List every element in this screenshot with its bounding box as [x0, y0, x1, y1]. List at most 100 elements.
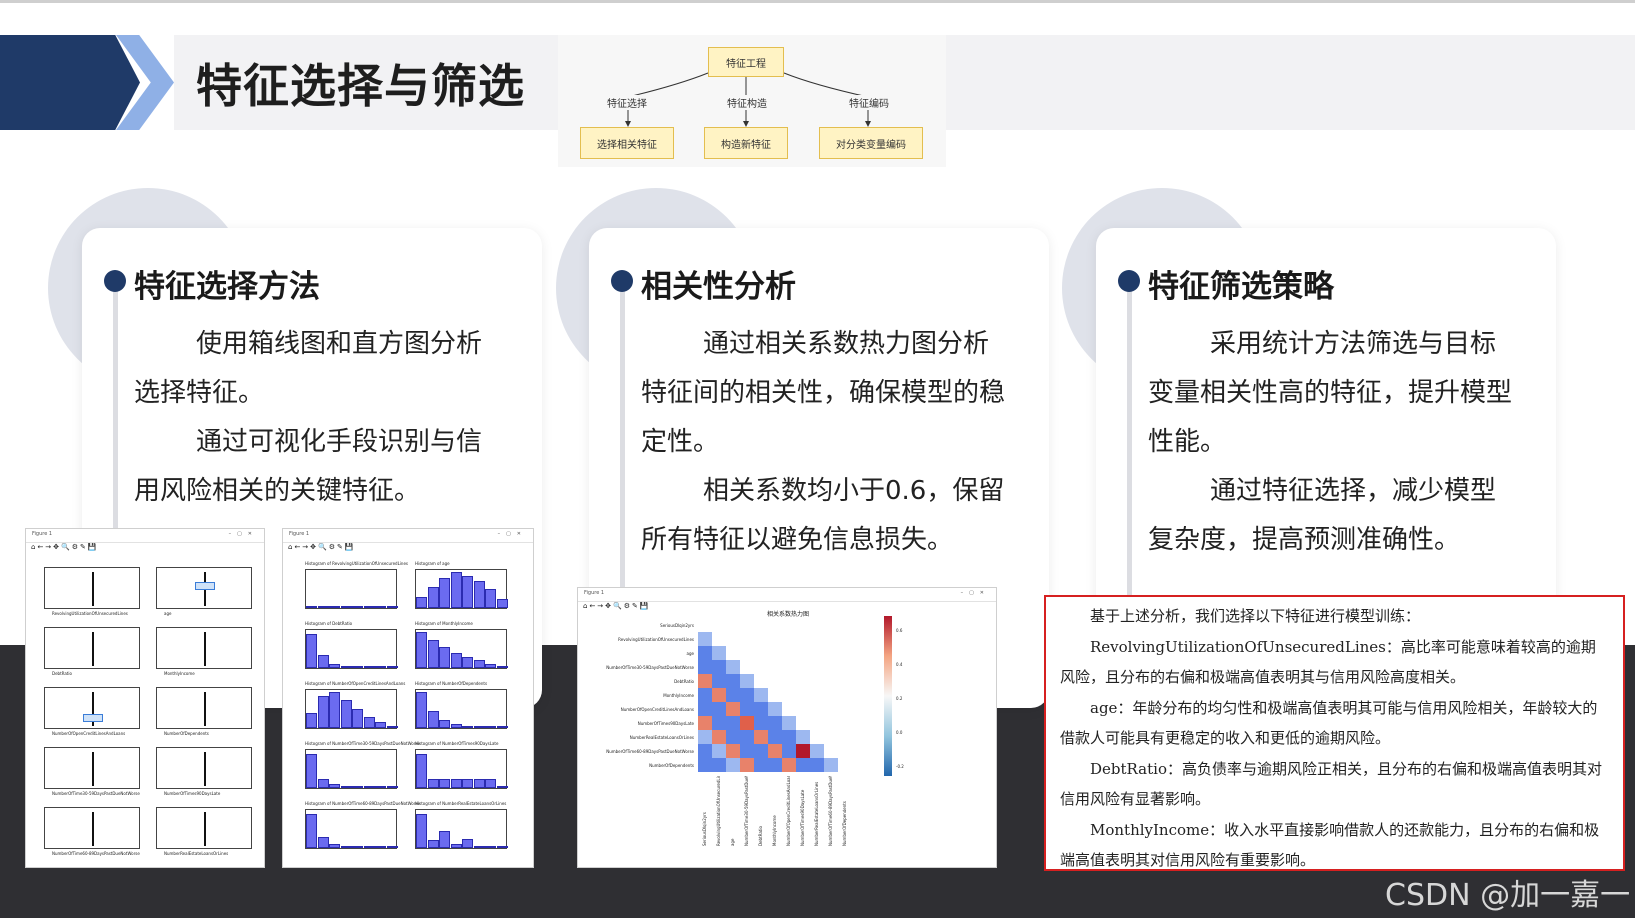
heatmap-cell — [740, 674, 754, 688]
heatmap-cell — [754, 758, 768, 772]
histogram-bar — [329, 691, 340, 728]
window-controls[interactable]: –▢✕ — [498, 531, 527, 537]
window-title: Figure 1 — [584, 590, 605, 596]
heatmap-cell — [698, 646, 712, 660]
boxplot-label: MonthlyIncome — [164, 671, 195, 676]
heatmap-cell — [712, 730, 726, 744]
histogram-bar — [427, 639, 439, 668]
heatmap-col-label: MonthlyIncome — [772, 815, 777, 846]
page-title: 特征选择与筛选 — [196, 59, 525, 113]
heatmap-cell — [712, 758, 726, 772]
histogram-title: Histogram of NumberOfOpenCreditLinesAndL… — [305, 681, 406, 686]
histogram-bar — [386, 846, 398, 848]
boxplot-panel — [156, 567, 252, 609]
histogram-bar — [496, 726, 508, 728]
histogram-bar — [439, 647, 450, 668]
histogram-bar — [485, 589, 496, 608]
histogram-bar — [317, 606, 329, 608]
header-block — [0, 35, 100, 130]
histogram-bar — [439, 830, 450, 848]
heatmap-row-label: RevolvingUtilizationOfUnsecuredLines — [618, 637, 694, 642]
heatmap-cell — [698, 716, 712, 730]
colorbar-tick: 0.0 — [896, 730, 903, 735]
histogram-bar — [416, 596, 427, 608]
heatmap-col-label: RevolvingUtilizationOfUnsecuredLines — [716, 776, 721, 846]
histogram-bar — [329, 606, 340, 608]
heatmap-row-label: age — [686, 651, 694, 656]
excerpt-paragraph: age：年龄分布的均匀性和极端高值表明其可能与信用风险相关，年龄较大的借款人可能… — [1060, 698, 1598, 748]
boxplot-label: NumberRealEstateLoansOrLines — [164, 851, 229, 856]
heatmap-cell — [768, 730, 782, 744]
heatmap-col-label: NumberOfOpenCreditLinesAndLoans — [786, 776, 791, 846]
histogram-bar — [375, 722, 386, 728]
flow-leaf-box: 构造新特征 — [704, 127, 788, 159]
heatmap-cell — [810, 744, 824, 758]
card-title: 特征选择方法 — [134, 269, 320, 305]
boxplot-label: age — [164, 611, 172, 616]
histogram-title: Histogram of DebtRatio — [305, 621, 353, 626]
histogram-bar — [485, 846, 496, 848]
flow-leaf-box: 选择相关特征 — [580, 127, 674, 159]
histogram-bar — [363, 716, 375, 728]
window-controls[interactable]: –▢✕ — [961, 590, 990, 596]
histogram-bar — [473, 660, 485, 668]
card-paragraph: 使用箱线图和直方图分析选择特征。 — [134, 329, 483, 408]
histogram-bar — [462, 575, 473, 608]
feature-engineering-diagram: 特征工程 特征选择 特征构造 特征编码 选择相关特征 构造新特征 对分类变量编码 — [558, 35, 946, 167]
histogram-bar — [317, 654, 329, 668]
histogram-bar — [340, 786, 352, 788]
histogram-bar — [473, 846, 485, 848]
boxplot-box — [83, 714, 103, 722]
histogram-bar — [363, 666, 375, 668]
boxplot-panel — [44, 747, 140, 789]
boxplot-whisker — [204, 752, 206, 786]
window-controls[interactable]: –▢✕ — [229, 531, 258, 537]
histogram-bar — [416, 813, 427, 848]
histogram-bar — [496, 846, 508, 848]
histogram-bar — [352, 846, 363, 848]
histogram-bar — [352, 606, 363, 608]
boxplot-label: NumberOfTimes90DaysLate — [164, 791, 221, 796]
boxplot-whisker — [204, 632, 206, 666]
figure-toolbar[interactable]: ⌂←→✥🔍⚙✎💾 — [283, 543, 533, 555]
card-accent-line — [1127, 280, 1132, 620]
window-title: Figure 1 — [32, 531, 53, 537]
heatmap-cell — [782, 730, 796, 744]
histogram-bar — [427, 710, 439, 728]
heatmap-row-label: NumberRealEstateLoansOrLines — [629, 735, 694, 740]
heatmap-cell — [726, 702, 740, 716]
histogram-panel — [305, 569, 398, 609]
excerpt-paragraph: MonthlyIncome：收入水平直接影响借款人的还款能力，且分布的右偏和极端… — [1060, 820, 1600, 870]
histogram-bar — [340, 846, 352, 848]
heatmap-cell — [796, 758, 810, 772]
heatmap-cell — [726, 730, 740, 744]
histogram-bar — [462, 838, 473, 848]
boxplot-figure-window: Figure 1 –▢✕ ⌂←→✥🔍⚙✎💾 RevolvingUtilizati… — [25, 528, 265, 868]
histogram-panel — [305, 689, 398, 729]
histogram-bar — [352, 709, 363, 728]
boxplot-whisker — [92, 812, 94, 846]
histogram-title: Histogram of RevolvingUtilizationOfUnsec… — [305, 561, 409, 566]
histogram-bar — [496, 786, 508, 788]
histogram-bar — [427, 778, 439, 788]
heatmap-cell — [782, 744, 796, 758]
histogram-panel — [415, 749, 508, 789]
histogram-panel — [415, 689, 508, 729]
heatmap-cell — [712, 688, 726, 702]
histogram-panel — [415, 629, 508, 669]
histogram-bar — [462, 778, 473, 788]
heatmap-col-label: NumberOfDependents — [842, 801, 847, 846]
heatmap-cell — [754, 716, 768, 730]
heatmap-title: 相关系数热力图 — [766, 611, 809, 618]
card-accent-line — [620, 280, 625, 620]
heatmap-cell — [768, 716, 782, 730]
histogram-title: Histogram of MonthlyIncome — [415, 621, 473, 626]
card-paragraph: 通过相关系数热力图分析特征间的相关性，确保模型的稳定性。 — [641, 329, 1006, 457]
heatmap-cell — [740, 688, 754, 702]
figure-toolbar[interactable]: ⌂←→✥🔍⚙✎💾 — [26, 543, 264, 555]
heatmap-cell — [740, 744, 754, 758]
histogram-bar — [306, 606, 317, 608]
heatmap-cell — [712, 716, 726, 730]
flow-branch-label: 特征编码 — [848, 95, 890, 110]
histogram-bar — [485, 664, 496, 668]
